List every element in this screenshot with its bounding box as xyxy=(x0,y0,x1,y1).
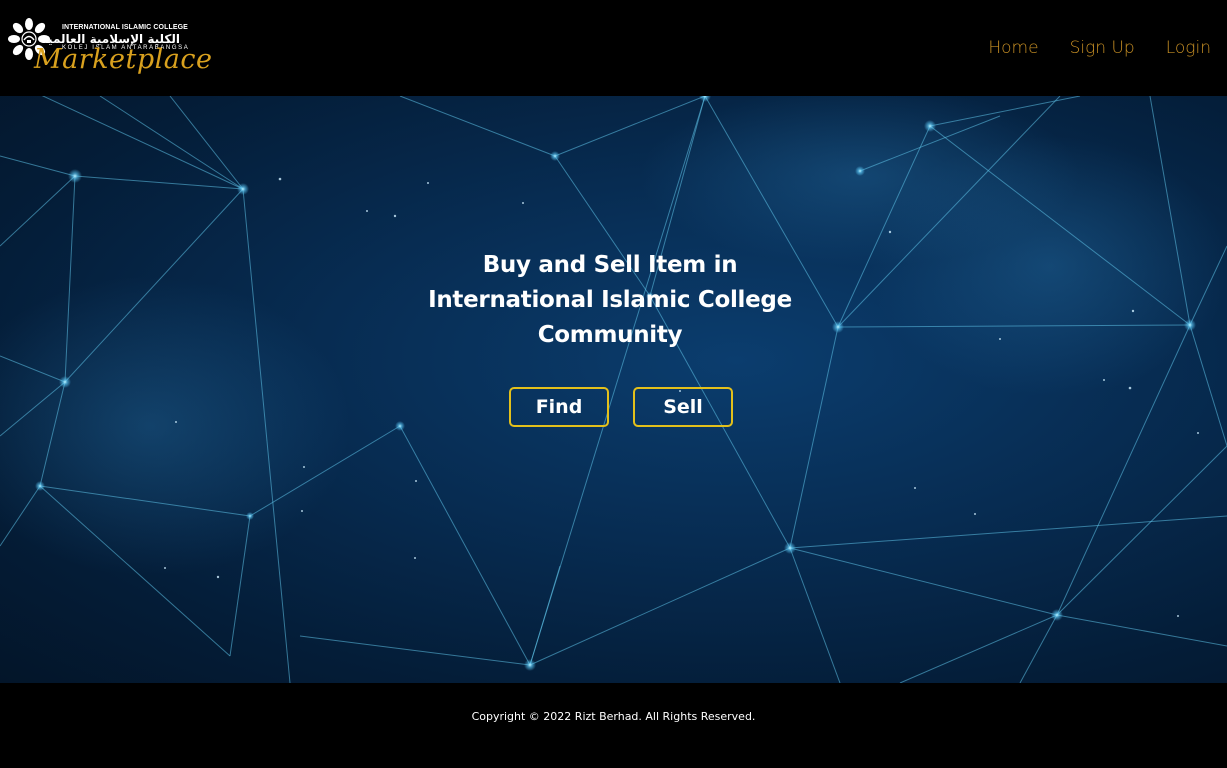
site-logo[interactable]: INTERNATIONAL ISLAMIC COLLEGE الكلية الإ… xyxy=(6,8,212,88)
nav-home-link[interactable]: Home xyxy=(988,38,1038,58)
hero-headline: Buy and Sell Item in International Islam… xyxy=(410,248,810,353)
hero-headline-line2: International Islamic College xyxy=(428,287,792,313)
nav-login-link[interactable]: Login xyxy=(1166,38,1211,58)
logo-marketplace-script: Marketplace xyxy=(34,44,213,75)
site-footer: Copyright © 2022 Rizt Berhad. All Rights… xyxy=(0,683,1227,768)
hero-headline-line3: Community xyxy=(537,322,683,348)
network-background xyxy=(0,96,1227,683)
find-button[interactable]: Find xyxy=(509,387,609,427)
main-nav: Home Sign Up Login xyxy=(957,38,1211,58)
copyright-text: Copyright © 2022 Rizt Berhad. All Rights… xyxy=(471,710,756,723)
logo-college-name: INTERNATIONAL ISLAMIC COLLEGE xyxy=(62,24,188,31)
sell-button[interactable]: Sell xyxy=(633,387,733,427)
hero-section: Buy and Sell Item in International Islam… xyxy=(0,96,1227,683)
hero-headline-line1: Buy and Sell Item in xyxy=(482,252,738,278)
nav-signup-link[interactable]: Sign Up xyxy=(1070,38,1135,58)
site-header: INTERNATIONAL ISLAMIC COLLEGE الكلية الإ… xyxy=(0,0,1227,96)
